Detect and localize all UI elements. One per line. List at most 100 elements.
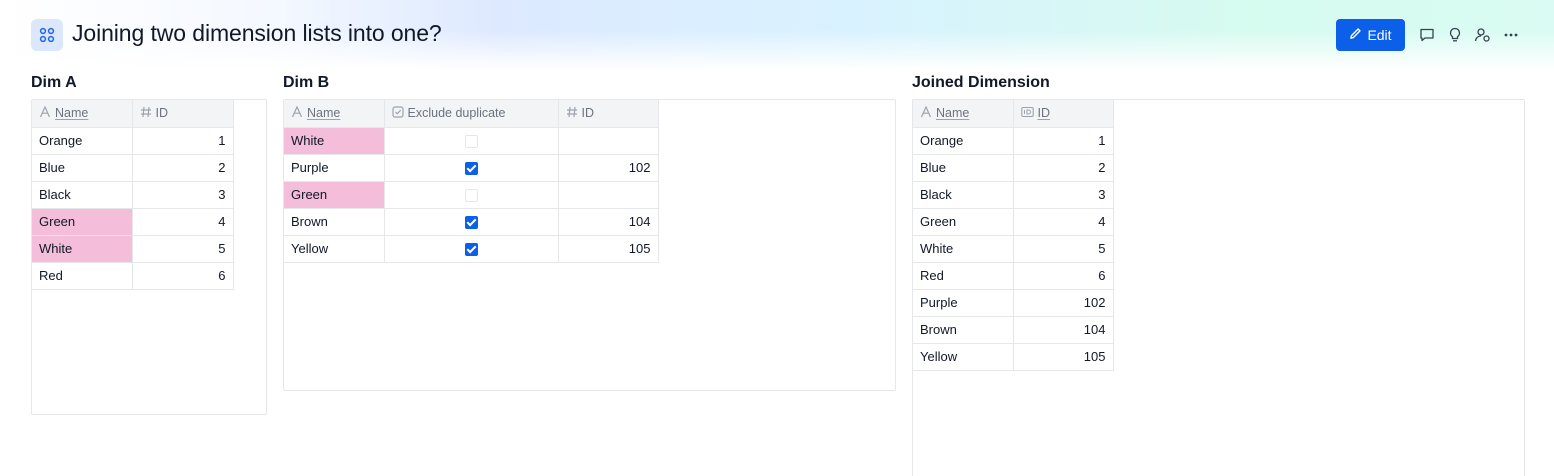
table-row: Orange 1: [913, 127, 1114, 155]
cell-id[interactable]: 5: [132, 235, 234, 263]
dim-a-table: Name ID Orange 1 Blue 2 Black 3 Green 4 White 5 Re…: [32, 100, 234, 290]
joined-dimension-table: Name ID Orange 1 Blue 2 Black 3 Green 4 White 5 Re…: [913, 100, 1114, 371]
cell-id[interactable]: 4: [132, 208, 234, 236]
cell-name[interactable]: Blue: [32, 154, 133, 182]
table-row: Black 3: [913, 181, 1114, 209]
text-icon: [291, 105, 303, 121]
cell-id[interactable]: 6: [132, 262, 234, 290]
table-row: Yellow 105: [284, 235, 659, 263]
column-header-name[interactable]: Name: [32, 100, 133, 128]
cell-name[interactable]: Orange: [913, 127, 1014, 155]
text-icon: [39, 105, 51, 121]
checkbox-icon: [391, 106, 404, 121]
dim-a-card: Name ID Orange 1 Blue 2 Black 3 Green 4 White 5 Re…: [31, 99, 267, 415]
cell-name[interactable]: Green: [913, 208, 1014, 236]
cell-name[interactable]: Purple: [913, 289, 1014, 317]
grid-icon[interactable]: [31, 19, 63, 51]
table-row: Green: [284, 181, 659, 209]
column-header-exclude-duplicate[interactable]: Exclude duplicate: [384, 100, 559, 128]
table-row: Blue 2: [32, 154, 234, 182]
cell-name[interactable]: Yellow: [284, 235, 385, 263]
column-header-id[interactable]: ID: [558, 100, 659, 128]
cell-name[interactable]: Green: [32, 208, 133, 236]
cell-name[interactable]: Red: [913, 262, 1014, 290]
table-row: White 5: [32, 235, 234, 263]
column-header-id[interactable]: ID: [132, 100, 234, 128]
cell-name[interactable]: Black: [913, 181, 1014, 209]
cell-id[interactable]: 2: [132, 154, 234, 182]
cell-exclude-duplicate[interactable]: [384, 127, 559, 155]
cell-name[interactable]: White: [32, 235, 133, 263]
more-icon[interactable]: [1501, 25, 1521, 45]
cell-id[interactable]: 2: [1013, 154, 1114, 182]
cell-id[interactable]: 104: [1013, 316, 1114, 344]
cell-name[interactable]: Blue: [913, 154, 1014, 182]
table-row: Brown 104: [913, 316, 1114, 344]
lightbulb-icon[interactable]: [1445, 25, 1465, 45]
cell-exclude-duplicate[interactable]: [384, 154, 559, 182]
id-icon: [1020, 106, 1034, 121]
cell-id[interactable]: 105: [558, 235, 659, 263]
comment-icon[interactable]: [1417, 25, 1437, 45]
cell-id[interactable]: 6: [1013, 262, 1114, 290]
table-row: Blue 2: [913, 154, 1114, 182]
table-header-row: Name ID: [913, 100, 1114, 128]
edit-button-label: Edit: [1367, 27, 1392, 43]
cell-name[interactable]: Yellow: [913, 343, 1014, 371]
dim-b-table: Name Exclude duplicate ID White Purple 102…: [284, 100, 659, 263]
cell-id[interactable]: 1: [1013, 127, 1114, 155]
cell-name[interactable]: Red: [32, 262, 133, 290]
checkbox-checked[interactable]: [464, 162, 478, 176]
cell-name[interactable]: White: [284, 127, 385, 155]
column-header-name[interactable]: Name: [284, 100, 385, 128]
cell-id[interactable]: 105: [1013, 343, 1114, 371]
cell-exclude-duplicate[interactable]: [384, 235, 559, 263]
column-header-id[interactable]: ID: [1013, 100, 1114, 128]
cell-name[interactable]: Orange: [32, 127, 133, 155]
table-row: Green 4: [913, 208, 1114, 236]
cell-id[interactable]: [558, 181, 659, 209]
checkbox-checked[interactable]: [464, 243, 478, 257]
hash-icon: [140, 106, 152, 121]
cell-name[interactable]: Purple: [284, 154, 385, 182]
cell-id[interactable]: 102: [1013, 289, 1114, 317]
checkbox-unchecked[interactable]: [464, 189, 478, 203]
table-row: Red 6: [913, 262, 1114, 290]
cell-name[interactable]: Black: [32, 181, 133, 209]
cell-id[interactable]: 3: [132, 181, 234, 209]
cell-name[interactable]: White: [913, 235, 1014, 263]
joined-dimension-card: Name ID Orange 1 Blue 2 Black 3 Green 4 White 5 Re…: [912, 99, 1525, 476]
table-row: Brown 104: [284, 208, 659, 236]
table-row: White 5: [913, 235, 1114, 263]
table-row: Purple 102: [913, 289, 1114, 317]
dim-b-title: Dim B: [283, 74, 330, 91]
edit-button[interactable]: Edit: [1336, 19, 1405, 51]
checkbox-checked[interactable]: [464, 216, 478, 230]
cell-id[interactable]: 1: [132, 127, 234, 155]
pencil-icon: [1349, 27, 1362, 43]
cell-name[interactable]: Brown: [913, 316, 1014, 344]
table-row: Yellow 105: [913, 343, 1114, 371]
cell-id[interactable]: 3: [1013, 181, 1114, 209]
checkbox-unchecked[interactable]: [464, 135, 478, 149]
cell-exclude-duplicate[interactable]: [384, 208, 559, 236]
cell-id[interactable]: 104: [558, 208, 659, 236]
dim-b-card: Name Exclude duplicate ID White Purple 102…: [283, 99, 896, 391]
cell-exclude-duplicate[interactable]: [384, 181, 559, 209]
table-row: Orange 1: [32, 127, 234, 155]
cell-id[interactable]: [558, 127, 659, 155]
user-settings-icon[interactable]: [1473, 25, 1493, 45]
cell-id[interactable]: 102: [558, 154, 659, 182]
cell-id[interactable]: 4: [1013, 208, 1114, 236]
table-row: Green 4: [32, 208, 234, 236]
cell-id[interactable]: 5: [1013, 235, 1114, 263]
table-header-row: Name ID: [32, 100, 234, 128]
cell-name[interactable]: Brown: [284, 208, 385, 236]
dim-a-title: Dim A: [31, 74, 77, 91]
table-row: Purple 102: [284, 154, 659, 182]
cell-name[interactable]: Green: [284, 181, 385, 209]
column-header-name[interactable]: Name: [913, 100, 1014, 128]
text-icon: [920, 105, 932, 121]
hash-icon: [566, 106, 578, 121]
table-row: Red 6: [32, 262, 234, 290]
